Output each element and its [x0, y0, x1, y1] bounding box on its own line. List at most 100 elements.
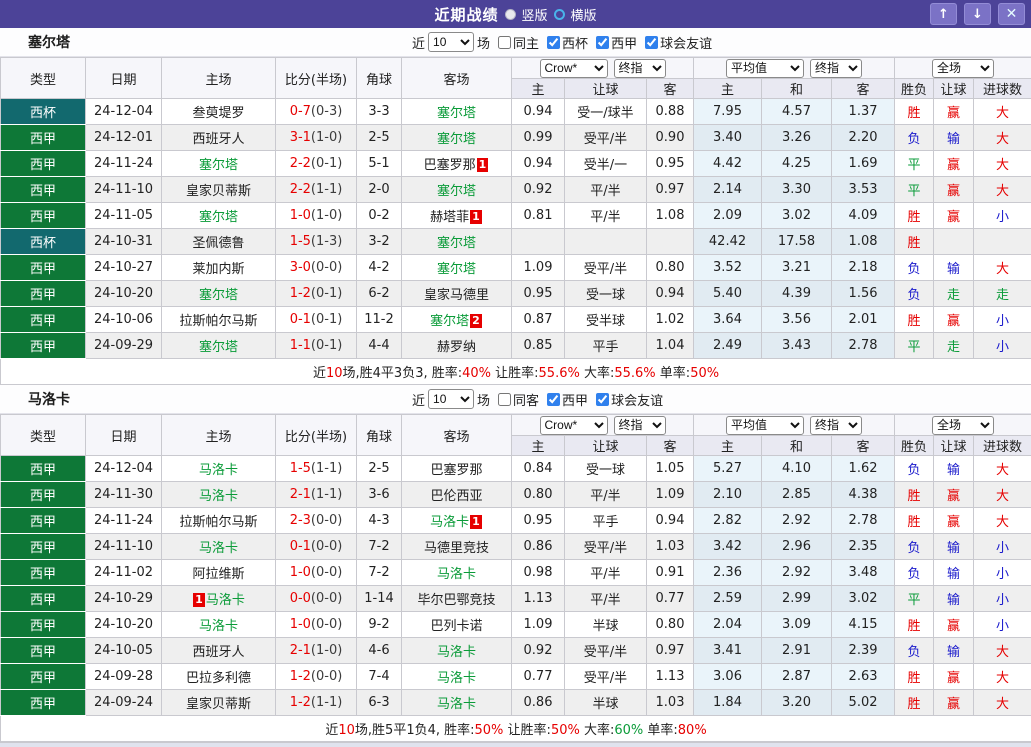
fulltime-score: 2-1	[290, 643, 311, 658]
team-name-text: 拉斯帕尔马斯	[179, 314, 257, 329]
league-filter-label[interactable]: 西杯	[562, 33, 588, 52]
result-goals: 小	[974, 203, 1031, 229]
avg-away-odds: 1.37	[832, 99, 895, 125]
avg-away-odds: 1.56	[832, 281, 895, 307]
match-count-select[interactable]: 10	[428, 389, 474, 409]
same-venue-checkbox[interactable]	[498, 393, 511, 406]
league-filter-label[interactable]: 西甲	[562, 390, 588, 409]
odds-source-select[interactable]: Crow*	[540, 416, 608, 435]
fulltime-score: 2-3	[290, 513, 311, 528]
match-type: 西甲	[1, 612, 86, 638]
vertical-layout-label[interactable]: 竖版	[521, 5, 547, 24]
league-filter-checkbox[interactable]	[596, 393, 609, 406]
scope-select[interactable]: 全场	[932, 59, 994, 78]
summary-segment: 近	[325, 723, 338, 738]
avg-final-select[interactable]: 终指	[810, 59, 862, 78]
halftime-score: (1-1)	[311, 487, 342, 502]
match-type: 西甲	[1, 255, 86, 281]
move-down-button[interactable]: ↓	[964, 3, 991, 25]
avg-home-odds: 1.84	[694, 690, 762, 716]
league-filter-checkbox[interactable]	[547, 393, 560, 406]
league-filter-label[interactable]: 球会友谊	[660, 33, 712, 52]
odds-final-select[interactable]: 终指	[614, 59, 666, 78]
avg-draw-odds: 17.58	[762, 229, 832, 255]
away-team: 巴伦西亚	[402, 482, 512, 508]
avg-away-odds: 3.02	[832, 586, 895, 612]
horizontal-layout-label[interactable]: 横版	[571, 5, 597, 24]
column-header: 客场	[402, 415, 512, 456]
match-type: 西甲	[1, 586, 86, 612]
fulltime-score: 2-2	[290, 156, 311, 171]
team-name-text: 马洛卡	[199, 489, 238, 504]
league-filter-checkbox[interactable]	[645, 36, 658, 49]
fulltime-score: 1-2	[290, 695, 311, 710]
league-filter-label[interactable]: 球会友谊	[611, 390, 663, 409]
match-count-select[interactable]: 10	[428, 32, 474, 52]
avg-final-select[interactable]: 终指	[810, 416, 862, 435]
avg-home-odds: 3.64	[694, 307, 762, 333]
away-team: 巴塞罗那1	[402, 151, 512, 177]
handicap-line: 平/半	[565, 560, 647, 586]
match-row: 西甲24-10-20马洛卡1-0(0-0)9-2巴列卡诺1.09半球0.802.…	[1, 612, 1031, 638]
match-type: 西甲	[1, 151, 86, 177]
horizontal-layout-radio[interactable]	[554, 9, 565, 20]
vertical-layout-radio[interactable]	[504, 9, 515, 20]
match-score: 2-1(1-1)	[276, 482, 357, 508]
result-handicap: 走	[934, 333, 974, 359]
match-score: 2-1(1-0)	[276, 638, 357, 664]
corners: 2-5	[357, 456, 402, 482]
avg-draw-odds: 4.10	[762, 456, 832, 482]
away-team: 马洛卡	[402, 560, 512, 586]
close-button[interactable]: ✕	[998, 3, 1025, 25]
summary-segment: 单率:	[643, 723, 678, 738]
handicap-home-odds: 0.86	[512, 534, 565, 560]
match-row: 西甲24-12-01西班牙人3-1(1-0)2-5塞尔塔0.99受平/半0.90…	[1, 125, 1031, 151]
avg-source-select[interactable]: 平均值	[726, 59, 804, 78]
result-goals: 小	[974, 612, 1031, 638]
match-row: 西甲24-11-10马洛卡0-1(0-0)7-2马德里竞技0.86受平/半1.0…	[1, 534, 1031, 560]
team-name-text: 塞尔塔	[199, 340, 238, 355]
result-outcome: 胜	[895, 203, 934, 229]
result-goals: 大	[974, 151, 1031, 177]
move-up-button[interactable]: ↑	[930, 3, 957, 25]
handicap-away-odds: 0.91	[647, 560, 694, 586]
odds-final-select[interactable]: 终指	[614, 416, 666, 435]
window-buttons: ↑ ↓ ✕	[930, 3, 1025, 25]
handicap-home-odds: 1.13	[512, 586, 565, 612]
handicap-away-odds: 0.80	[647, 612, 694, 638]
avg-draw-odds: 3.02	[762, 203, 832, 229]
match-date: 24-10-29	[86, 586, 162, 612]
handicap-line: 平/半	[565, 177, 647, 203]
result-goals: 大	[974, 99, 1031, 125]
avg-source-select[interactable]: 平均值	[726, 416, 804, 435]
summary-row: 近10场,胜5平1负4, 胜率:50% 让胜率:50% 大率:60% 单率:80…	[1, 716, 1031, 742]
handicap-line: 受一球	[565, 456, 647, 482]
recent-form-summary: 近10场,胜5平1负4, 胜率:50% 让胜率:50% 大率:60% 单率:80…	[1, 716, 1031, 742]
avg-away-odds: 1.62	[832, 456, 895, 482]
same-venue-label[interactable]: 同客	[513, 390, 539, 409]
summary-segment: 场,胜4平3负3, 胜率:	[343, 366, 463, 381]
scope-select[interactable]: 全场	[932, 416, 994, 435]
same-venue-label[interactable]: 同主	[513, 33, 539, 52]
avg-away-odds: 1.08	[832, 229, 895, 255]
match-row: 西杯24-10-31圣佩德鲁1-5(1-3)3-2塞尔塔42.4217.581.…	[1, 229, 1031, 255]
handicap-away-odds: 0.80	[647, 255, 694, 281]
team-name-text: 赫塔菲	[430, 210, 469, 225]
home-team: 马洛卡	[162, 534, 276, 560]
summary-row: 近10场,胜4平3负3, 胜率:40% 让胜率:55.6% 大率:55.6% 单…	[1, 359, 1031, 385]
league-filter-checkbox[interactable]	[547, 36, 560, 49]
header-selectors-row: 类型日期主场比分(半场)角球客场Crow*终指平均值终指全场	[1, 415, 1031, 436]
match-type: 西甲	[1, 508, 86, 534]
same-venue-checkbox[interactable]	[498, 36, 511, 49]
match-type: 西杯	[1, 229, 86, 255]
result-handicap: 赢	[934, 690, 974, 716]
odds-source-select[interactable]: Crow*	[540, 59, 608, 78]
league-filter-label[interactable]: 西甲	[611, 33, 637, 52]
column-header: 主	[512, 79, 565, 99]
league-filter-checkbox[interactable]	[596, 36, 609, 49]
handicap-line: 受平/半	[565, 664, 647, 690]
team-name-text: 马洛卡	[430, 515, 469, 530]
handicap-away-odds: 1.08	[647, 203, 694, 229]
team-name-text: 毕尔巴鄂竞技	[417, 593, 495, 608]
match-date: 24-10-05	[86, 638, 162, 664]
